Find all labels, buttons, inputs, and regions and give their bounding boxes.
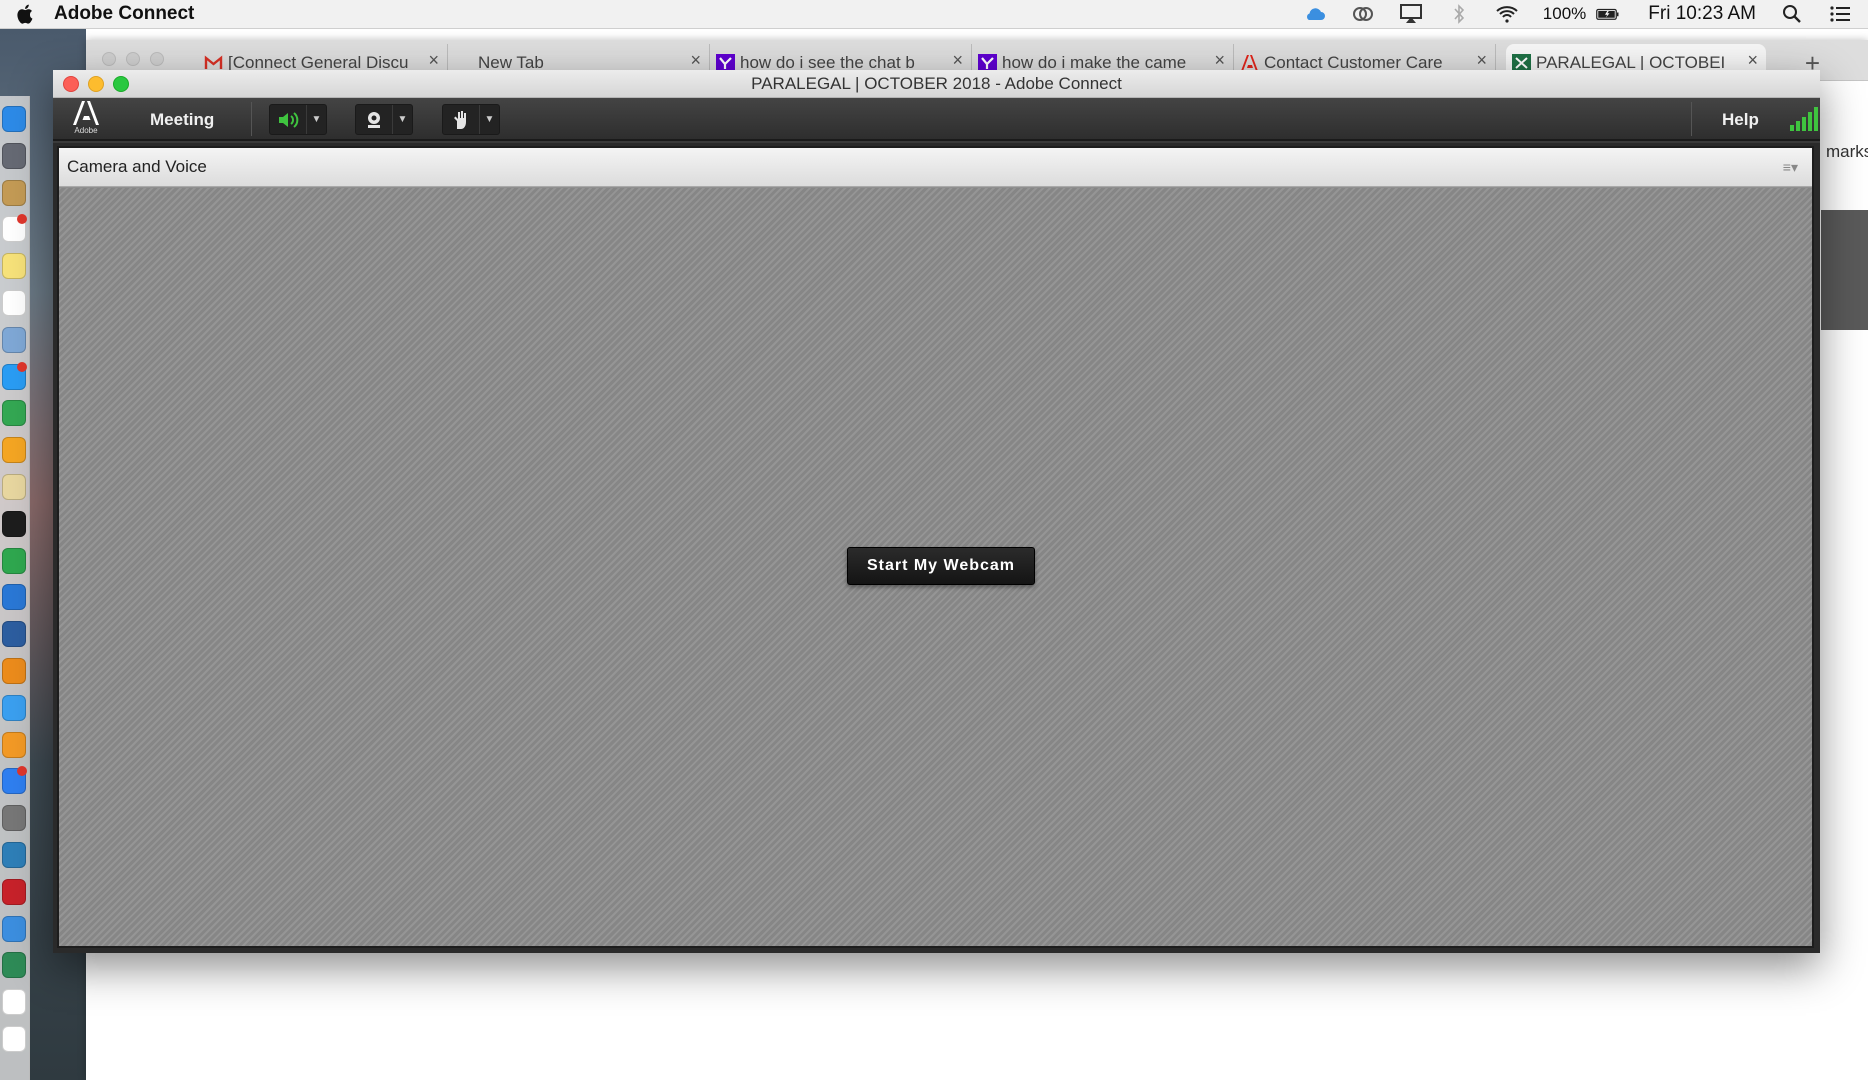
camera-button[interactable]: ▼ [355,104,413,135]
minimize-window-button[interactable] [88,76,104,92]
connection-strength-icon[interactable] [1790,107,1818,131]
dock-preview-icon[interactable] [2,326,26,353]
wifi-icon[interactable] [1495,3,1519,25]
notification-badge [17,766,27,777]
chrome-window-controls [102,52,164,66]
apple-icon[interactable] [8,3,44,25]
dock-calendar-icon[interactable] [2,214,27,243]
pod-title: Camera and Voice [67,157,207,176]
battery-icon[interactable] [1592,3,1624,25]
adobe-logo: Adobe [69,101,103,138]
dock-chrome-icon[interactable] [2,400,26,427]
bluetooth-icon[interactable] [1447,3,1471,25]
webcam-icon[interactable] [356,105,392,134]
notification-center-icon[interactable] [1828,3,1852,25]
bookmarks-label[interactable]: marks [1826,142,1868,162]
toolbar-divider [251,102,252,136]
notification-badge [17,361,27,372]
dock-ftp-icon[interactable] [2,621,26,648]
adobe-logo-icon [73,101,99,125]
camera-options-caret[interactable]: ▼ [392,105,412,134]
speaker-button[interactable]: ▼ [269,104,327,135]
chrome-minimize-dot[interactable] [126,52,140,66]
airplay-icon[interactable] [1399,3,1423,25]
battery-percent: 100% [1542,4,1587,23]
close-icon[interactable]: × [1476,50,1487,71]
dock-connect-icon[interactable] [2,842,26,868]
connect-toolbar: Adobe Meeting ▼ ▼ ▼ Help [53,98,1820,141]
dock-system-preferences-icon[interactable] [2,805,26,832]
close-window-button[interactable] [63,76,79,92]
window-title: PARALEGAL | OCTOBER 2018 - Adobe Connect [751,73,1122,93]
video-area: Start My Webcam [59,188,1812,946]
dock-safari-icon[interactable] [2,915,26,942]
creative-cloud-icon[interactable] [1351,3,1375,25]
dock-stickies-icon[interactable] [2,253,26,280]
pod-header: Camera and Voice ≡▾ [59,148,1812,187]
dock [0,96,30,1080]
meeting-layout: Camera and Voice ≡▾ Start My Webcam [53,143,1820,953]
pod-menu-icon[interactable]: ≡▾ [1783,159,1798,176]
dock-photos-icon[interactable] [2,437,26,464]
window-titlebar: PARALEGAL | OCTOBER 2018 - Adobe Connect [53,70,1820,98]
dock-textedit-icon[interactable] [2,474,26,500]
dock-reminders-icon[interactable] [2,290,26,316]
raise-hand-icon[interactable] [443,105,479,134]
spotlight-search-icon[interactable] [1780,3,1804,25]
camera-and-voice-pod: Camera and Voice ≡▾ Start My Webcam [57,146,1814,948]
window-controls [63,76,129,92]
raise-hand-button[interactable]: ▼ [442,104,500,135]
dock-adobe-connect-icon[interactable] [2,952,26,979]
meeting-menu[interactable]: Meeting [150,110,214,130]
dock-finder-icon[interactable] [2,106,26,132]
close-icon[interactable]: × [1214,50,1225,71]
dock-pdf-doc-2-icon[interactable] [2,1026,26,1052]
chrome-close-dot[interactable] [102,52,116,66]
macos-menu-bar: Adobe Connect 100% Fri 10:23 AM [0,0,1868,29]
chrome-zoom-dot[interactable] [150,52,164,66]
dock-notes-icon[interactable] [2,179,26,206]
close-icon[interactable]: × [952,50,963,71]
dock-messages-icon[interactable] [2,361,27,390]
close-icon[interactable]: × [428,50,439,71]
dock-ibooks-icon[interactable] [2,731,26,758]
notification-badge [17,214,27,225]
active-app-name[interactable]: Adobe Connect [54,3,194,25]
speaker-icon[interactable] [270,105,306,134]
toolbar-divider [1691,102,1692,136]
dock-numbers-icon[interactable] [2,547,26,574]
dock-app-store-icon[interactable] [2,766,27,795]
dock-keynote-icon[interactable] [2,584,26,611]
close-icon[interactable]: × [1747,50,1758,71]
status-options-caret[interactable]: ▼ [479,105,499,134]
adobe-logo-text: Adobe [74,126,98,135]
dock-skype-icon[interactable] [2,510,26,537]
page-dark-panel [1821,210,1868,330]
close-icon[interactable]: × [690,50,701,71]
cloud-icon[interactable] [1303,3,1327,25]
dock-pdf-doc-icon[interactable] [2,989,26,1016]
menubar-clock[interactable]: Fri 10:23 AM [1648,3,1756,25]
adobe-connect-window: PARALEGAL | OCTOBER 2018 - Adobe Connect… [53,70,1820,953]
dock-vlc-icon[interactable] [2,658,26,684]
zoom-window-button[interactable] [113,76,129,92]
start-webcam-button[interactable]: Start My Webcam [847,547,1035,585]
dock-launchpad-icon[interactable] [2,142,26,169]
dock-itunes-icon[interactable] [2,694,26,721]
help-menu[interactable]: Help [1722,110,1759,130]
speaker-options-caret[interactable]: ▼ [306,105,326,134]
dock-acrobat-icon[interactable] [2,878,26,905]
